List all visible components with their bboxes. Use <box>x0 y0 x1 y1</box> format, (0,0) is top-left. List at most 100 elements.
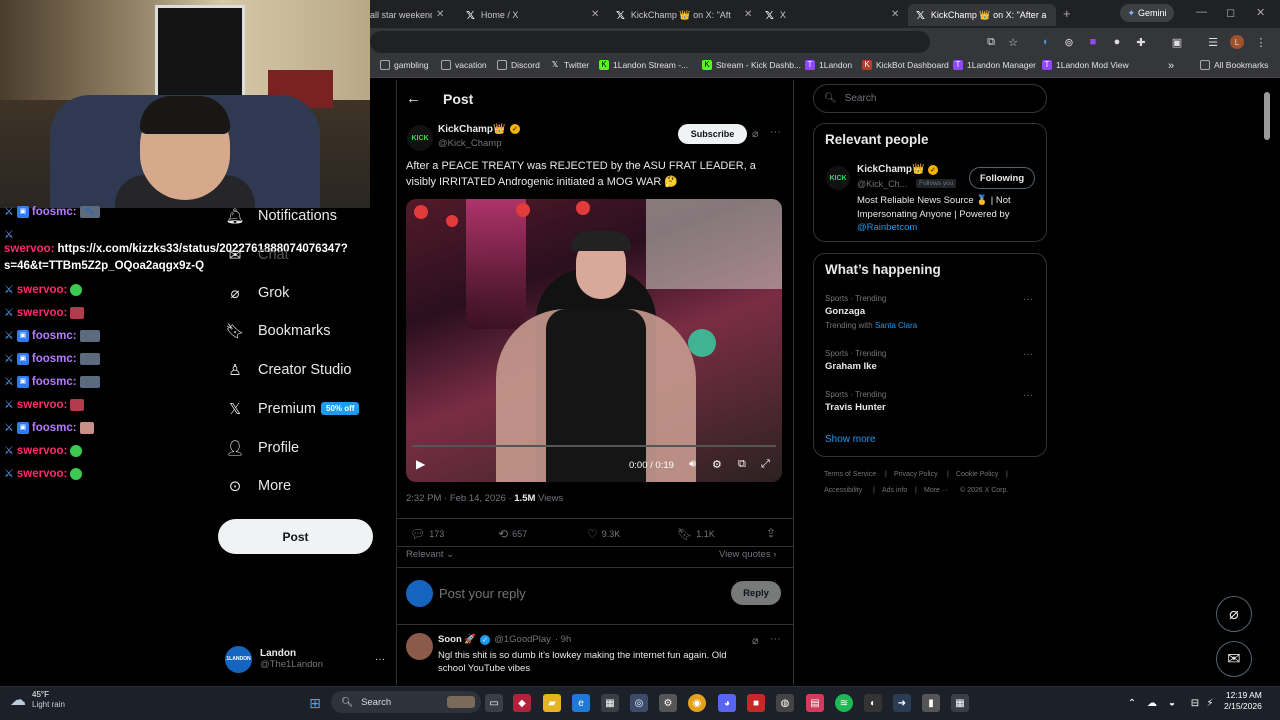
store-icon[interactable]: ▦ <box>601 694 619 712</box>
bookmark-1landon-stream[interactable]: K 1Landon Stream -... <box>599 60 688 70</box>
footer-ads[interactable]: Ads info <box>882 487 907 494</box>
bookmark-1landon-manager[interactable]: T 1Landon Manager <box>953 60 1036 70</box>
nav-profile[interactable]: 👤︎ Profile <box>225 439 299 457</box>
grok-fab[interactable]: ⌀ <box>1216 596 1252 632</box>
extension-3-icon[interactable]: ● <box>1110 35 1124 49</box>
app-icon[interactable]: ◎ <box>630 694 648 712</box>
trend-more-icon[interactable]: ··· <box>1023 349 1033 360</box>
account-switcher[interactable]: 1LANDON Landon @The1Landon ··· <box>225 642 385 676</box>
relevant-name[interactable]: KickChamp👑 <box>857 164 924 175</box>
tab-home-x[interactable]: 𝕏 Home / X <box>466 4 596 26</box>
footer-more[interactable]: More ··· <box>924 487 949 494</box>
tab-close-icon[interactable]: ✕ <box>436 9 444 20</box>
spotify-icon[interactable]: ≋ <box>835 694 853 712</box>
twitch-extension-icon[interactable]: ■ <box>1086 35 1100 49</box>
relevant-avatar[interactable]: KICK <box>826 166 850 190</box>
tray-chevron-icon[interactable]: ⌃ <box>1123 694 1141 712</box>
nav-more[interactable]: ⊙ More <box>226 477 291 495</box>
taskbar-clock[interactable]: 12:19 AM 2/15/2026 <box>1224 690 1262 712</box>
nav-bookmarks[interactable]: 🔖︎ Bookmarks <box>225 322 330 340</box>
bookmark-discord[interactable]: Discord <box>497 60 540 70</box>
edge-icon[interactable]: e <box>572 694 590 712</box>
app-icon[interactable]: ▮ <box>922 694 940 712</box>
close-window-icon[interactable]: ✕ <box>1256 6 1265 19</box>
weather-widget[interactable]: ☁ 45°F Light rain <box>10 690 65 710</box>
windows-start-icon[interactable]: ⊞ <box>306 694 324 712</box>
task-view-icon[interactable]: ▭ <box>485 694 503 712</box>
footer-accessibility[interactable]: Accessibility <box>824 487 862 494</box>
tray-icon[interactable]: ☁ <box>1143 694 1161 712</box>
nav-chat[interactable]: ✉︎ Chat <box>226 246 289 264</box>
reading-list-icon[interactable]: ▣ <box>1170 35 1184 49</box>
menu-kebab-icon[interactable]: ⋮ <box>1254 35 1268 49</box>
discord-icon[interactable]: ◕ <box>718 694 736 712</box>
obs-icon[interactable]: ◐ <box>864 694 882 712</box>
bookmark-twitter[interactable]: 𝕏 Twitter <box>550 60 589 70</box>
like-action[interactable]: ♡ 9.3K <box>587 527 620 541</box>
app-icon[interactable]: ■ <box>747 694 765 712</box>
extensions-puzzle-icon[interactable]: ✚ <box>1134 35 1148 49</box>
trend-name[interactable]: Travis Hunter <box>825 402 886 413</box>
grok-icon[interactable]: ⌀ <box>752 634 759 647</box>
volume-icon[interactable]: 🔊︎ <box>689 458 696 471</box>
tray-icon[interactable]: ◒ <box>1163 694 1181 712</box>
bookmark-1landon[interactable]: T 1Landon <box>805 60 852 70</box>
pip-icon[interactable]: ⧉ <box>738 458 746 471</box>
tab-x[interactable]: 𝕏X <box>765 4 805 26</box>
install-app-icon[interactable]: ⧉ <box>984 35 998 49</box>
footer-terms[interactable]: Terms of Service <box>824 471 876 478</box>
more-bookmarks-chevron[interactable]: » <box>1168 60 1174 72</box>
reply-sort-dropdown[interactable]: Relevant ⌄ <box>406 549 454 560</box>
all-bookmarks[interactable]: All Bookmarks <box>1200 60 1268 70</box>
post-button[interactable]: Post <box>218 519 373 554</box>
settings-gear-icon[interactable]: ⚙ <box>712 458 722 471</box>
more-options-icon[interactable]: ··· <box>770 126 781 138</box>
file-explorer-icon[interactable]: ▰ <box>543 694 561 712</box>
footer-privacy[interactable]: Privacy Policy <box>894 471 938 478</box>
trend-name[interactable]: Graham Ike <box>825 361 877 372</box>
nav-grok[interactable]: ⌀ Grok <box>226 284 289 302</box>
bookmark-action[interactable]: 🔖︎ 1.1K <box>677 527 715 541</box>
tab-all-star[interactable]: all star weekend 2 <box>370 4 432 26</box>
more-options-icon[interactable]: ··· <box>770 633 781 645</box>
tab-close-icon[interactable]: ✕ <box>891 9 899 20</box>
author-avatar[interactable]: KICK <box>407 125 433 151</box>
bookmark-vacation[interactable]: vacation <box>441 60 487 70</box>
fullscreen-icon[interactable]: ⤢ <box>761 458 770 471</box>
messages-fab[interactable]: ✉ <box>1216 641 1252 677</box>
search-input[interactable]: 🔍︎ Search <box>813 84 1047 113</box>
new-tab-icon[interactable]: + <box>1063 6 1071 21</box>
video-player[interactable]: ▶ 0:00 / 0:19 🔊︎ ⚙ ⧉ ⤢ <box>406 199 782 482</box>
reply-author-avatar[interactable] <box>406 633 433 660</box>
bookmark-1landon-mod-view[interactable]: T 1Landon Mod View <box>1042 60 1129 70</box>
tab-kickchamp-1[interactable]: 𝕏KickChamp 👑 on X: "After a <box>616 4 731 26</box>
scrollbar-thumb[interactable] <box>1264 92 1270 140</box>
reply-input[interactable] <box>439 584 719 602</box>
extension-1-icon[interactable]: ◖ <box>1038 35 1052 49</box>
app-icon[interactable]: ◍ <box>776 694 794 712</box>
nav-premium[interactable]: 𝕏 Premium <box>226 400 316 418</box>
reply-action[interactable]: 💬︎ 173 <box>410 527 444 541</box>
star-icon[interactable]: ☆ <box>1006 35 1020 49</box>
nav-notifications[interactable]: 🔔︎ Notifications <box>225 207 337 225</box>
back-arrow-icon[interactable]: ← <box>406 90 421 107</box>
nav-creator-studio[interactable]: ♙ Creator Studio <box>226 361 351 379</box>
footer-cookie[interactable]: Cookie Policy <box>956 471 998 478</box>
app-icon[interactable]: ▤ <box>806 694 824 712</box>
taskbar-search[interactable]: 🔍︎ Search <box>331 691 481 713</box>
following-button[interactable]: Following <box>969 167 1035 189</box>
tray-icon[interactable]: ⚡︎ <box>1201 694 1219 712</box>
downloads-icon[interactable]: ☰ <box>1206 35 1220 49</box>
settings-gear-icon[interactable]: ⚙ <box>659 694 677 712</box>
reply-button[interactable]: Reply <box>731 581 781 605</box>
tab-close-icon[interactable]: ✕ <box>744 9 752 20</box>
profile-avatar-icon[interactable]: L <box>1230 35 1244 49</box>
subscribe-button[interactable]: Subscribe <box>678 124 747 144</box>
repost-action[interactable]: ⟲ 657 <box>498 527 527 541</box>
author-handle[interactable]: @Kick_Champ <box>438 138 502 149</box>
chrome-icon[interactable]: ◉ <box>688 694 706 712</box>
gemini-button[interactable]: ✦ Gemini <box>1120 4 1174 22</box>
bookmark-kick-dashboard[interactable]: K Stream - Kick Dashb... <box>702 60 801 70</box>
trend-name[interactable]: Gonzaga <box>825 306 865 317</box>
bookmark-kickbot-dashboard[interactable]: K KickBot Dashboard <box>862 60 949 70</box>
